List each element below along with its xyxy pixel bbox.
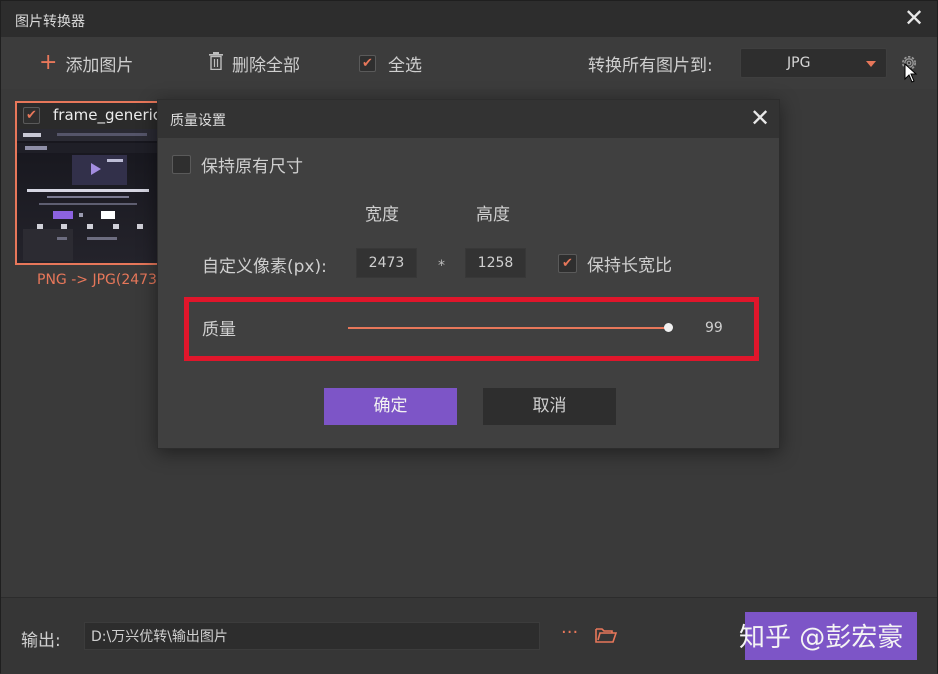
keep-ratio-label: 保持长宽比	[587, 256, 672, 276]
format-select-value: JPG	[787, 55, 811, 71]
cancel-button[interactable]: 取消	[483, 388, 616, 425]
select-all-checkbox[interactable]: ✔ 全选	[359, 51, 422, 76]
width-input[interactable]	[356, 248, 417, 278]
image-thumbnail	[17, 129, 159, 263]
unchecked-box-icon	[172, 155, 191, 174]
output-label: 输出:	[21, 631, 61, 651]
image-item-header: ✔ frame_generic	[17, 103, 162, 129]
ok-button[interactable]: 确定	[324, 388, 457, 425]
format-select[interactable]: JPG	[740, 48, 887, 78]
folder-open-icon[interactable]	[595, 626, 617, 644]
dialog-title: 质量设置	[170, 113, 226, 129]
width-header: 宽度	[365, 205, 399, 225]
close-icon: ✕	[903, 4, 925, 32]
toolbar: + 添加图片 删除全部 ✔ 全选 转换所有图片到: JPG	[1, 37, 937, 90]
item-check-icon[interactable]: ✔	[23, 107, 40, 124]
image-item-card[interactable]: ✔ frame_generic	[15, 101, 161, 265]
quality-highlight-box	[184, 297, 759, 361]
watermark-text: 知乎 @彭宏豪	[739, 623, 904, 653]
image-item-name: frame_generic	[53, 106, 162, 124]
title-bar: 图片转换器 ✕	[1, 1, 937, 37]
quality-value: 99	[705, 320, 723, 336]
window-close-button[interactable]: ✕	[901, 5, 927, 31]
multiply-symbol: *	[438, 258, 445, 274]
delete-all-button[interactable]: 删除全部	[208, 51, 300, 76]
add-image-label: 添加图片	[65, 55, 134, 76]
mouse-cursor-icon	[904, 63, 918, 83]
chevron-down-icon	[866, 61, 876, 67]
keep-aspect-ratio-checkbox[interactable]: ✔ 保持长宽比	[558, 251, 672, 276]
quality-slider-track[interactable]	[348, 327, 668, 329]
height-input[interactable]	[465, 248, 526, 278]
check-icon: ✔	[359, 54, 376, 72]
quality-label: 质量	[202, 320, 236, 340]
convert-all-label: 转换所有图片到:	[588, 56, 713, 76]
output-path-input[interactable]	[84, 622, 540, 650]
trash-icon	[208, 51, 224, 75]
keep-original-label: 保持原有尺寸	[201, 157, 303, 177]
image-item-caption: PNG -> JPG(2473	[37, 272, 157, 288]
keep-original-size-checkbox[interactable]: 保持原有尺寸	[172, 152, 303, 177]
delete-all-label: 删除全部	[232, 55, 300, 76]
plus-icon: +	[39, 50, 58, 75]
height-header: 高度	[476, 205, 510, 225]
select-all-label: 全选	[388, 55, 422, 76]
check-icon: ✔	[558, 254, 577, 273]
app-title: 图片转换器	[15, 14, 85, 30]
quality-settings-dialog: 质量设置 ✕ 保持原有尺寸 宽度 高度 自定义像素(px): * ✔ 保持长宽比…	[157, 99, 780, 449]
browse-more-button[interactable]: ···	[561, 622, 578, 643]
custom-pixel-label: 自定义像素(px):	[202, 257, 327, 277]
app-window: 图片转换器 ✕ + 添加图片 删除全部 ✔ 全选 转换所有图片到: JPG ✔ …	[0, 0, 938, 674]
dialog-close-button[interactable]: ✕	[746, 104, 774, 132]
add-image-button[interactable]: + 添加图片	[39, 50, 134, 76]
dialog-title-bar: 质量设置 ✕	[158, 100, 779, 138]
close-icon: ✕	[749, 104, 771, 132]
quality-slider-handle[interactable]	[664, 323, 673, 332]
